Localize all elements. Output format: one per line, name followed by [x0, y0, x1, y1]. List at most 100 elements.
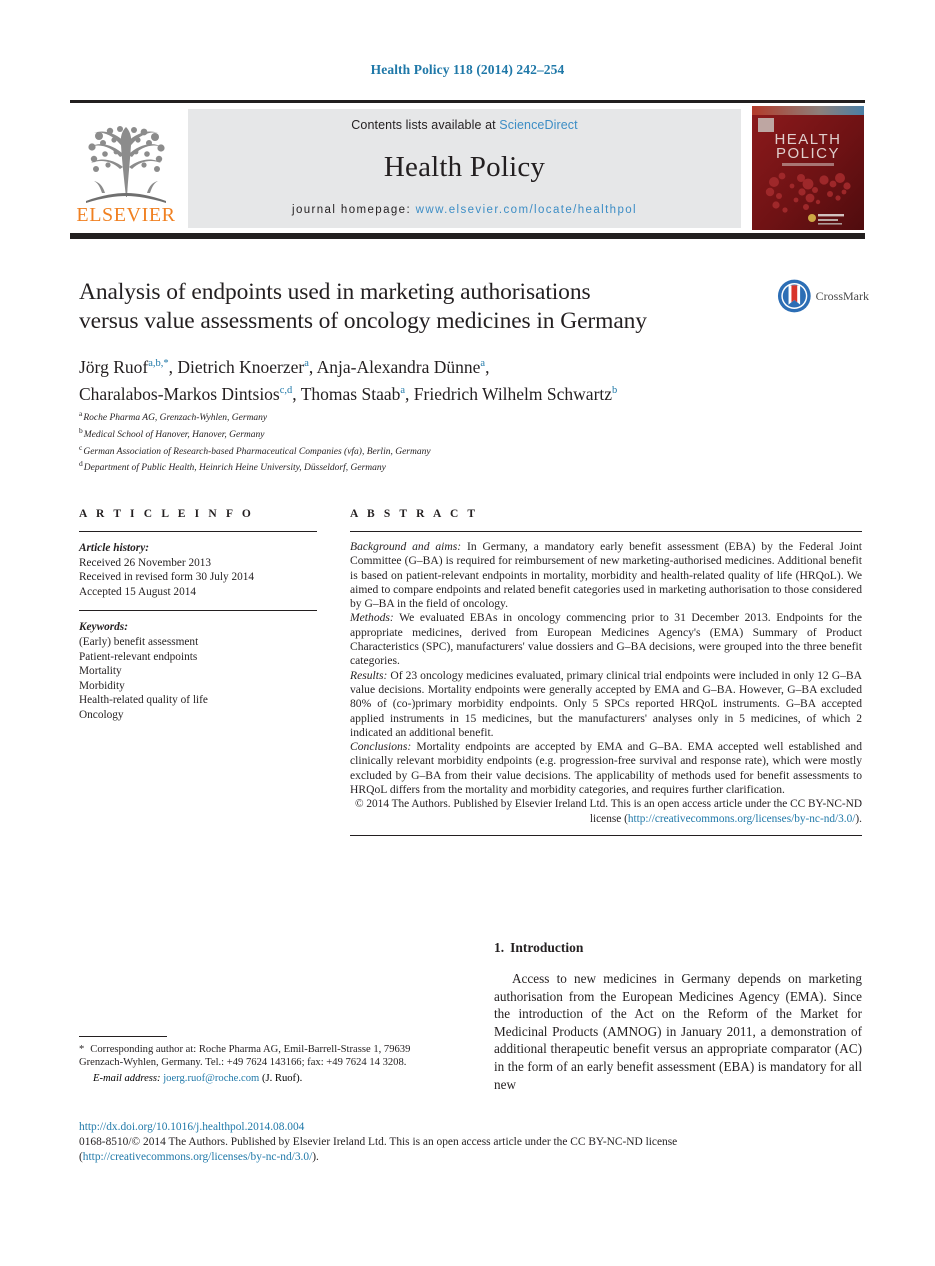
author-3: Anja-Alexandra Dünnea, [316, 356, 490, 377]
affiliation-list: aRoche Pharma AG, Grenzach-Wyhlen, Germa… [79, 408, 699, 475]
masthead-rule-bottom [70, 233, 865, 239]
email-owner: (J. Ruof). [261, 1072, 303, 1084]
author-5-marks: a [400, 384, 406, 396]
author-6: Friedrich Wilhelm Schwartzb [413, 383, 618, 404]
footer-license-link-line: (http://creativecommons.org/licenses/by-… [79, 1150, 863, 1165]
email-link[interactable]: joerg.ruof@roche.com [163, 1073, 259, 1084]
corresponding-author-footnote: * Corresponding author at: Roche Pharma A… [79, 1036, 429, 1085]
abstract-rule-top [350, 531, 862, 532]
affiliation-b-text: Medical School of Hanover, Hanover, Germ… [83, 429, 265, 440]
footnote-address: Corresponding author at: Roche Pharma AG… [79, 1044, 411, 1069]
footnote-rule [79, 1036, 167, 1037]
affiliation-a-mark: a [79, 409, 83, 418]
abstract-paragraph-methods: Methods: We evaluated EBAs in oncology c… [350, 611, 862, 668]
history-received: Received 26 November 2013 [79, 556, 212, 569]
cc-license-link[interactable]: http://creativecommons.org/licenses/by-n… [628, 813, 856, 825]
affiliation-d-text: Department of Public Health, Heinrich He… [83, 463, 386, 474]
keyword-item: Health-related quality of life [79, 694, 208, 707]
affiliation-a-text: Roche Pharma AG, Grenzach-Wyhlen, German… [83, 413, 268, 424]
abstract-column: A B S T R A C T Background and aims: In … [350, 508, 862, 836]
copyright-tail: ). [855, 812, 862, 825]
affiliation-c-mark: c [79, 442, 83, 452]
article-history-label: Article history: [79, 542, 149, 554]
abstract-paragraph-conclusions: Conclusions: Mortality endpoints are acc… [350, 740, 862, 797]
footnote-corresponding-text: * Corresponding author at: Roche Pharma A… [79, 1043, 429, 1070]
history-revised: Received in revised form 30 July 2014 [79, 571, 255, 584]
history-accepted: Accepted 15 August 2014 [79, 585, 197, 598]
article-info-column: A R T I C L E I N F O Article history: R… [79, 508, 317, 723]
author-list: Jörg Ruofa,b,*, Dietrich Knoerzera, Anja… [79, 352, 779, 406]
crossmark-badge[interactable]: CrossMark [777, 276, 869, 316]
affiliation-d: dDepartment of Public Health, Heinrich H… [79, 458, 699, 475]
email-label: E-mail address: [93, 1072, 161, 1084]
keyword-item: (Early) benefit assessment [79, 635, 199, 648]
author-4: Charalabos-Markos Dintsiosc,d, [79, 383, 297, 404]
article-info-rule-top [79, 531, 317, 532]
author-1: Jörg Ruofa,b,*, [79, 356, 173, 377]
affiliation-a: aRoche Pharma AG, Grenzach-Wyhlen, Germa… [79, 408, 699, 425]
author-3-marks: a [480, 358, 486, 369]
paren-close: ). [312, 1150, 319, 1163]
footer-license-text: 0168-8510/© 2014 The Authors. Published … [79, 1135, 863, 1150]
affiliation-c-text: German Association of Research-based Pha… [83, 446, 431, 457]
abstract-text-results: Of 23 oncology medicines evaluated, prim… [350, 668, 862, 739]
crossmark-label: CrossMark [815, 288, 869, 303]
homepage-label: journal homepage: [291, 204, 412, 216]
author-4-marks: c,d [279, 384, 293, 396]
elsevier-logo: ELSEVIER [72, 109, 180, 229]
footnote-star-marker: * [79, 1044, 85, 1055]
author-1-marks: a,b,* [148, 358, 169, 369]
homepage-url-link[interactable]: www.elsevier.com/locate/healthpol [416, 204, 637, 216]
section-number: 1. [494, 940, 505, 955]
section-name: Introduction [510, 940, 584, 955]
doi-link[interactable]: http://dx.doi.org/10.1016/j.healthpol.20… [79, 1121, 863, 1133]
author-2-marks: a [304, 358, 309, 369]
section-heading-introduction: 1. Introduction [494, 940, 862, 956]
introduction-section: 1. Introduction Access to new medicines i… [494, 940, 862, 1093]
abstract-paragraph-results: Results: Of 23 oncology medicines evalua… [350, 669, 862, 740]
journal-article-page: Health Policy 118 (2014) 242–254 ELSEVIE… [0, 0, 935, 1266]
journal-homepage-line: journal homepage: www.elsevier.com/locat… [188, 204, 741, 216]
contents-available-line: Contents lists available at ScienceDirec… [188, 118, 741, 132]
abstract-text-conclusions: Mortality endpoints are accepted by EMA … [350, 740, 862, 797]
journal-cover-thumbnail: HEALTH POLICY [752, 106, 864, 230]
article-history-block: Article history: Received 26 November 20… [79, 541, 317, 599]
footer-cc-link[interactable]: http://creativecommons.org/licenses/by-n… [83, 1151, 312, 1163]
abstract-copyright: © 2014 The Authors. Published by Elsevie… [350, 797, 862, 826]
issn-copyright: 0168-8510/© 2014 The Authors. Published … [79, 1136, 678, 1148]
contents-prefix: Contents lists available at [351, 118, 500, 132]
affiliation-d-mark: d [79, 459, 83, 469]
title-block: Analysis of endpoints used in marketing … [79, 278, 759, 336]
article-info-heading: A R T I C L E I N F O [79, 508, 254, 520]
journal-band: Contents lists available at ScienceDirec… [188, 109, 741, 228]
page-title: Analysis of endpoints used in marketing … [79, 278, 759, 336]
svg-text:POLICY: POLICY [776, 145, 840, 162]
introduction-paragraph: Access to new medicines in Germany depen… [494, 971, 862, 1092]
journal-title: Health Policy [383, 151, 546, 183]
keyword-item: Morbidity [79, 679, 125, 692]
abstract-rule-bottom [350, 834, 862, 836]
masthead-rule-top [70, 100, 865, 103]
affiliation-c: cGerman Association of Research-based Ph… [79, 442, 699, 459]
run-in-conclusions: Conclusions: [350, 740, 412, 754]
article-info-rule-mid [79, 610, 317, 612]
run-in-methods: Methods: [350, 611, 394, 625]
author-6-marks: b [612, 384, 618, 396]
crossmark-icon [777, 279, 811, 313]
title-line-2: versus value assessments of oncology med… [79, 308, 647, 334]
author-5: Thomas Staaba, [300, 383, 410, 404]
journal-masthead: ELSEVIER Contents lists available at Sci… [70, 100, 865, 239]
sciencedirect-link[interactable]: ScienceDirect [499, 118, 577, 132]
keyword-item: Mortality [79, 665, 122, 678]
page-footer: http://dx.doi.org/10.1016/j.healthpol.20… [79, 1121, 863, 1164]
run-in-results: Results: [350, 668, 388, 682]
title-line-1: Analysis of endpoints used in marketing … [79, 279, 591, 305]
abstract-text-methods: We evaluated EBAs in oncology commencing… [350, 611, 862, 668]
abstract-paragraph-background: Background and aims: In Germany, a manda… [350, 540, 862, 611]
abstract-heading: A B S T R A C T [350, 508, 479, 520]
running-head: Health Policy 118 (2014) 242–254 [370, 62, 565, 77]
affiliation-b-mark: b [79, 425, 83, 435]
keyword-item: Patient-relevant endpoints [79, 650, 198, 663]
keywords-block: Keywords: (Early) benefit assessment Pat… [79, 620, 317, 722]
keyword-item: Oncology [79, 708, 124, 721]
